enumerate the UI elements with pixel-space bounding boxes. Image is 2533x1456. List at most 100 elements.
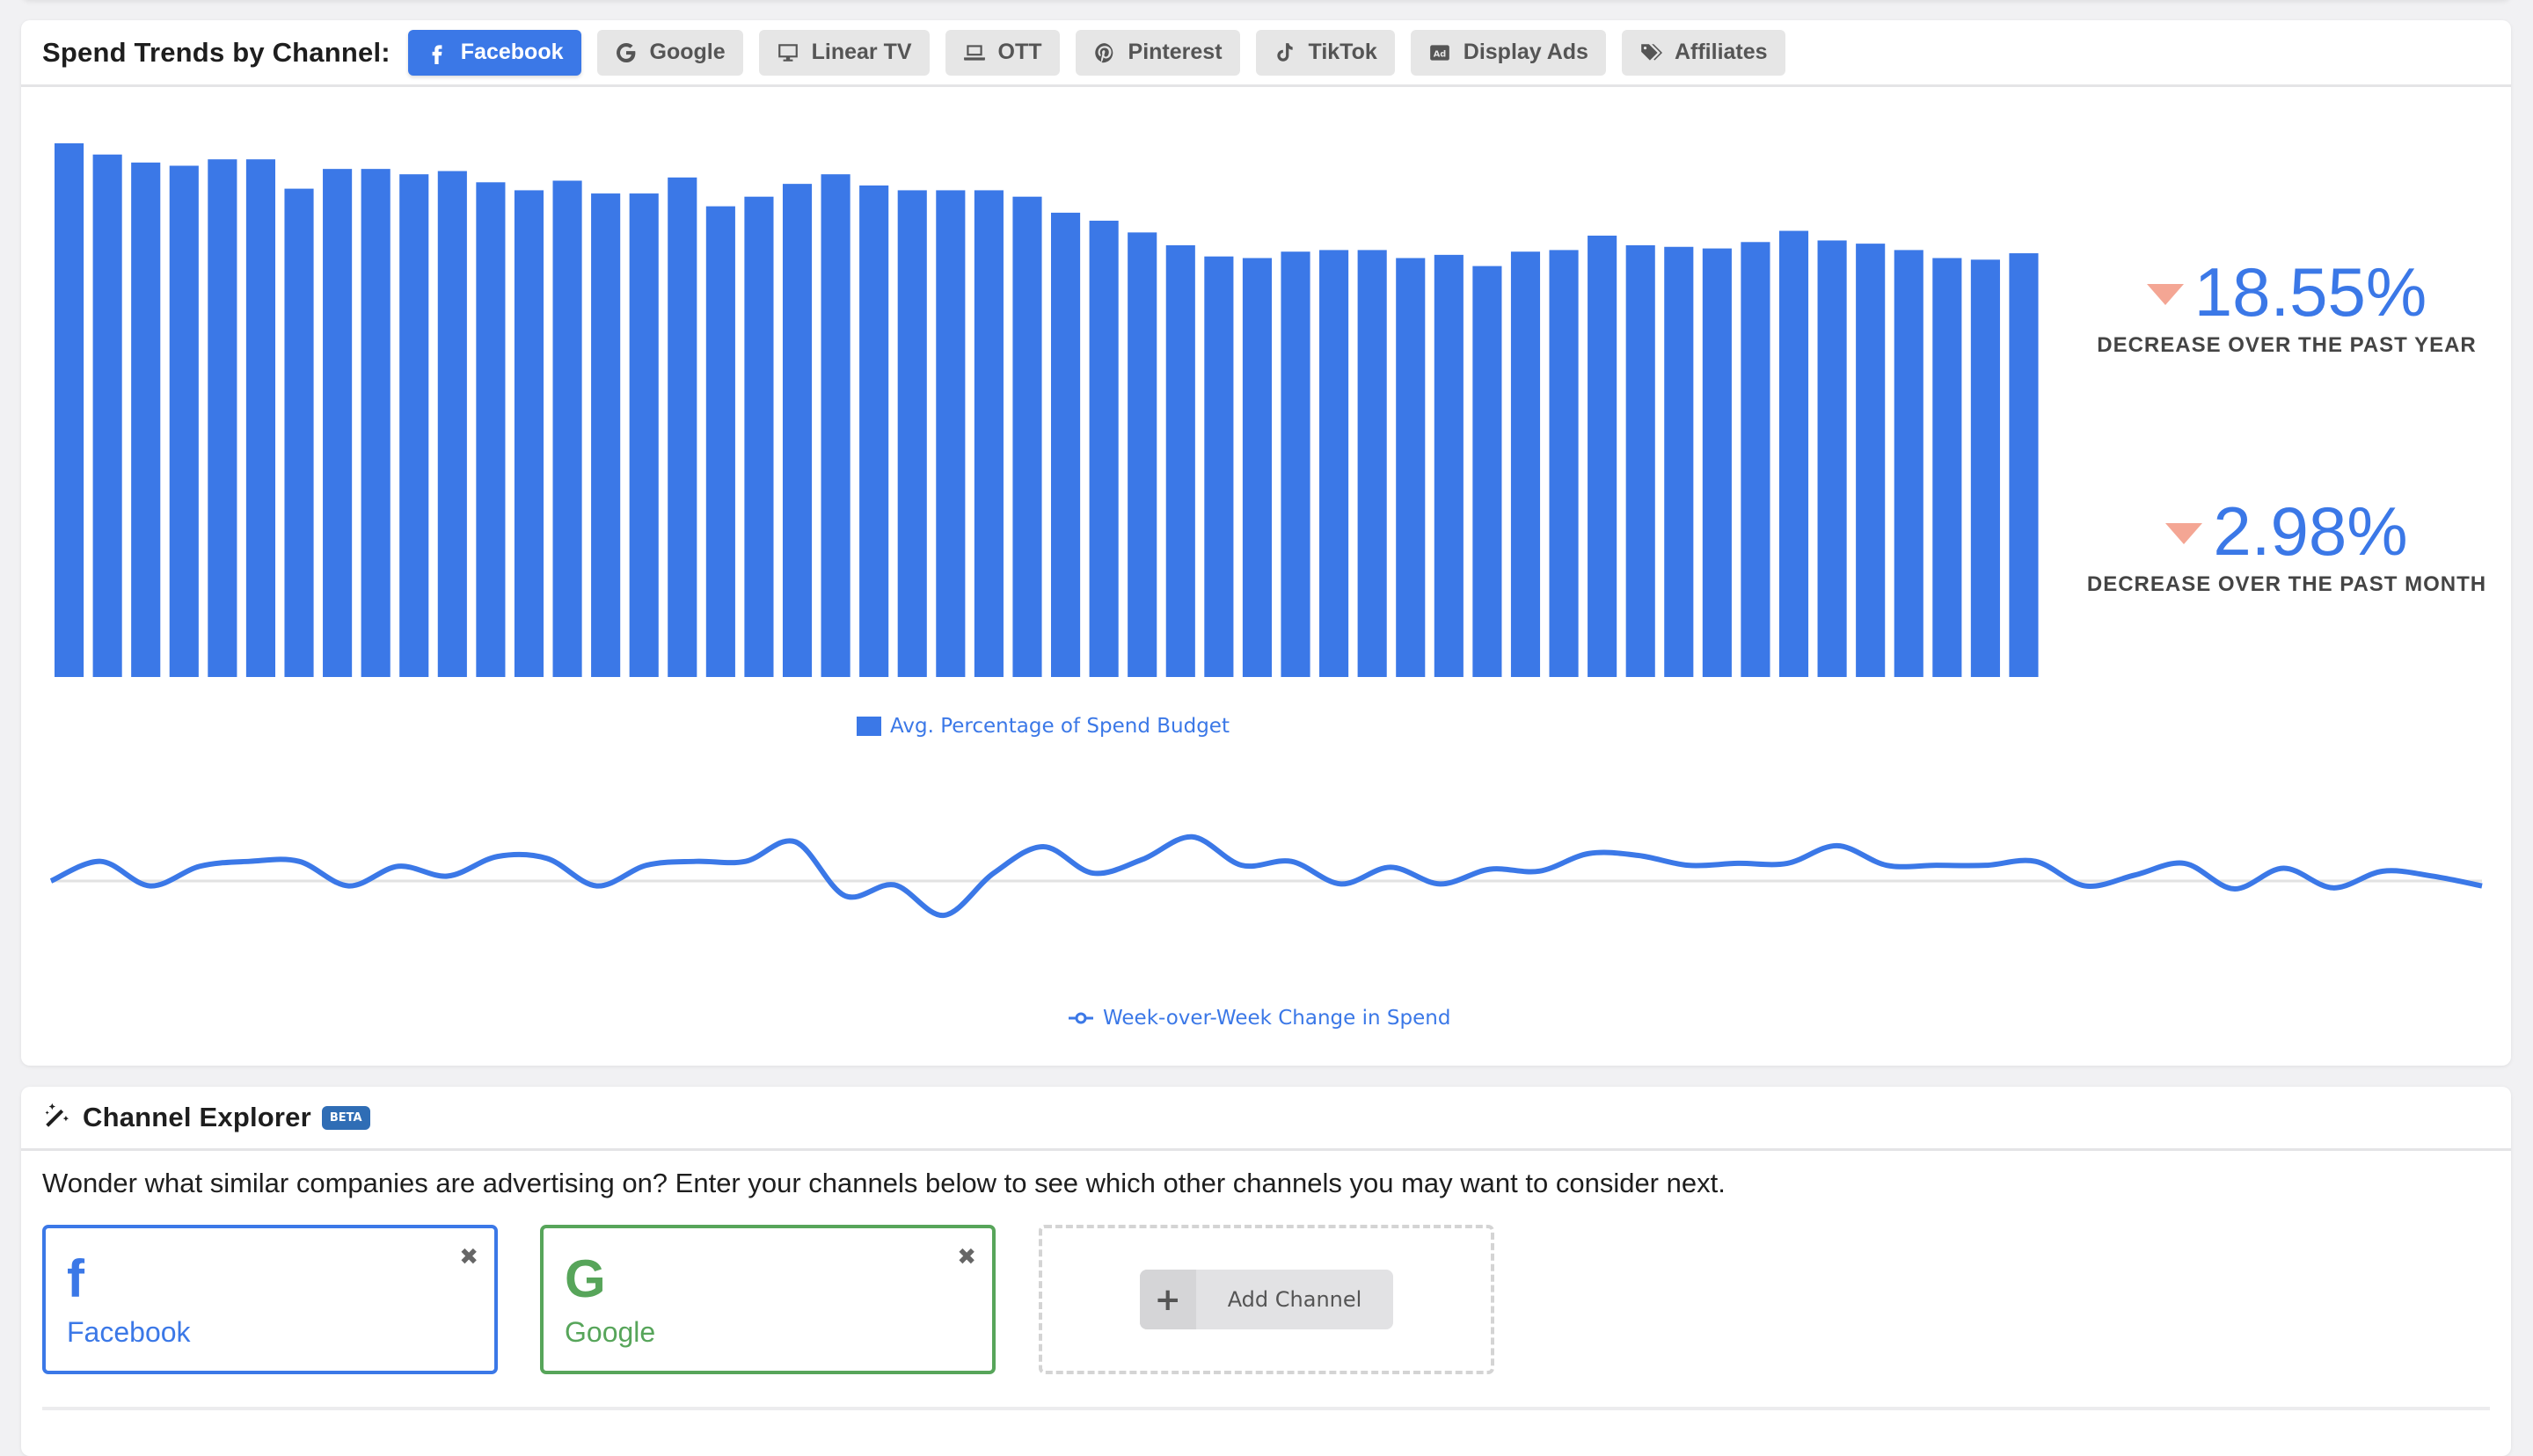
channel-explorer-header: Channel Explorer BETA [21, 1087, 2511, 1151]
bar[interactable] [245, 159, 276, 678]
bar[interactable] [821, 174, 850, 677]
stat-value: 2.98% [2213, 492, 2408, 570]
tab-pinterest[interactable]: Pinterest [1075, 29, 1240, 76]
bar[interactable] [1817, 240, 1847, 677]
facebook-icon: f [67, 1249, 84, 1308]
bar[interactable] [514, 190, 544, 677]
bar[interactable] [1702, 248, 1732, 677]
bar-legend[interactable]: Avg. Percentage of Spend Budget [857, 715, 1230, 738]
bar[interactable] [1932, 258, 1962, 677]
stat-value: 18.55% [2194, 253, 2427, 331]
channel-explorer-title: Channel Explorer [83, 1102, 311, 1132]
channel-explorer-card: Channel Explorer BETA Wonder what simila… [21, 1087, 2511, 1456]
line-legend[interactable]: Week-over-Week Change in Spend [1068, 1007, 1450, 1030]
bar[interactable] [1510, 251, 1541, 677]
bar[interactable] [1588, 236, 1617, 677]
bar[interactable] [1012, 196, 1042, 677]
stat-past-month: 2.98% DECREASE OVER THE PAST MONTH [2076, 497, 2498, 597]
bar[interactable] [169, 165, 199, 677]
bar[interactable] [92, 154, 122, 677]
bar[interactable] [859, 185, 889, 677]
spend-trends-header: Spend Trends by Channel: Facebook Google… [21, 20, 2511, 87]
stat-label: DECREASE OVER THE PAST YEAR [2097, 333, 2477, 357]
channel-card-facebook[interactable]: f Facebook ✖ [42, 1225, 498, 1374]
stat-past-year: 18.55% DECREASE OVER THE PAST YEAR [2076, 258, 2498, 358]
legend-swatch-icon [857, 717, 881, 736]
bar[interactable] [1051, 212, 1081, 677]
tab-display-ads[interactable]: Ad Display Ads [1410, 29, 1606, 76]
bar[interactable] [1357, 250, 1387, 677]
channel-tabs: Facebook Google Linear TV OTT Pinterest … [407, 29, 1785, 76]
remove-channel-close-icon[interactable]: ✖ [957, 1244, 976, 1270]
bar[interactable] [1128, 232, 1157, 677]
divider [42, 1407, 2490, 1410]
bar[interactable] [668, 177, 697, 677]
channel-explorer-description: Wonder what similar companies are advert… [42, 1168, 1726, 1198]
laptop-icon [963, 44, 985, 61]
bar[interactable] [1894, 250, 1923, 677]
add-channel-button[interactable]: + Add Channel [1139, 1270, 1394, 1329]
bar[interactable] [1204, 256, 1234, 677]
remove-channel-close-icon[interactable]: ✖ [459, 1244, 478, 1270]
bar[interactable] [591, 193, 621, 678]
bar[interactable] [1089, 221, 1119, 677]
bar[interactable] [552, 180, 582, 677]
bar[interactable] [1664, 246, 1694, 677]
tab-tiktok[interactable]: TikTok [1255, 29, 1395, 76]
bar[interactable] [361, 169, 391, 678]
bar[interactable] [399, 174, 429, 677]
tab-google[interactable]: Google [596, 29, 743, 76]
bar[interactable] [1970, 259, 2000, 677]
ad-icon: Ad [1429, 44, 1449, 61]
spend-trends-card: Spend Trends by Channel: Facebook Google… [21, 20, 2511, 1066]
tab-ott[interactable]: OTT [945, 29, 1060, 76]
spend-budget-bar-chart [55, 143, 2039, 678]
bar[interactable] [1319, 250, 1349, 677]
bar[interactable] [1281, 251, 1310, 677]
desktop-monitor-icon [777, 43, 798, 62]
tiktok-icon [1276, 42, 1293, 62]
bar[interactable] [744, 196, 774, 677]
channel-name: Google [565, 1316, 656, 1348]
bar[interactable] [284, 188, 314, 678]
tab-facebook[interactable]: Facebook [407, 29, 581, 76]
bar[interactable] [1242, 258, 1273, 677]
bar[interactable] [1778, 230, 1809, 677]
pinterest-icon [1094, 42, 1113, 62]
add-channel-label: Add Channel [1227, 1287, 1362, 1312]
plus-icon: + [1139, 1270, 1196, 1329]
bar[interactable] [1165, 244, 1195, 677]
bar[interactable] [323, 169, 353, 678]
svg-text:Ad: Ad [1434, 49, 1447, 59]
stat-label: DECREASE OVER THE PAST MONTH [2086, 572, 2487, 596]
bar[interactable] [1434, 254, 1464, 677]
tab-affiliates[interactable]: Affiliates [1621, 29, 1785, 76]
bar[interactable] [2009, 253, 2039, 677]
bar[interactable] [1396, 258, 1426, 677]
bar[interactable] [897, 190, 927, 677]
bar[interactable] [936, 190, 966, 677]
bar[interactable] [131, 162, 161, 678]
bar[interactable] [1472, 266, 1502, 677]
tab-label: Linear TV [811, 40, 912, 64]
tab-linear-tv[interactable]: Linear TV [758, 29, 930, 76]
tab-label: Pinterest [1128, 40, 1223, 64]
bar[interactable] [629, 193, 659, 678]
channel-card-google[interactable]: G Google ✖ [540, 1225, 996, 1374]
bar[interactable] [437, 171, 467, 678]
wow-change-line-chart [49, 834, 2483, 919]
bar[interactable] [1625, 244, 1655, 677]
wow-change-line[interactable] [49, 834, 2483, 919]
bar[interactable] [1856, 244, 1886, 677]
bar[interactable] [1741, 242, 1770, 677]
facebook-icon [432, 44, 442, 64]
decrease-arrow-icon [2146, 284, 2184, 305]
bar[interactable] [55, 143, 84, 677]
legend-label: Avg. Percentage of Spend Budget [890, 715, 1230, 738]
bar[interactable] [974, 190, 1004, 677]
bar[interactable] [782, 184, 813, 678]
bar[interactable] [1549, 250, 1579, 677]
bar[interactable] [705, 206, 735, 678]
bar[interactable] [208, 159, 237, 678]
bar[interactable] [476, 182, 506, 677]
